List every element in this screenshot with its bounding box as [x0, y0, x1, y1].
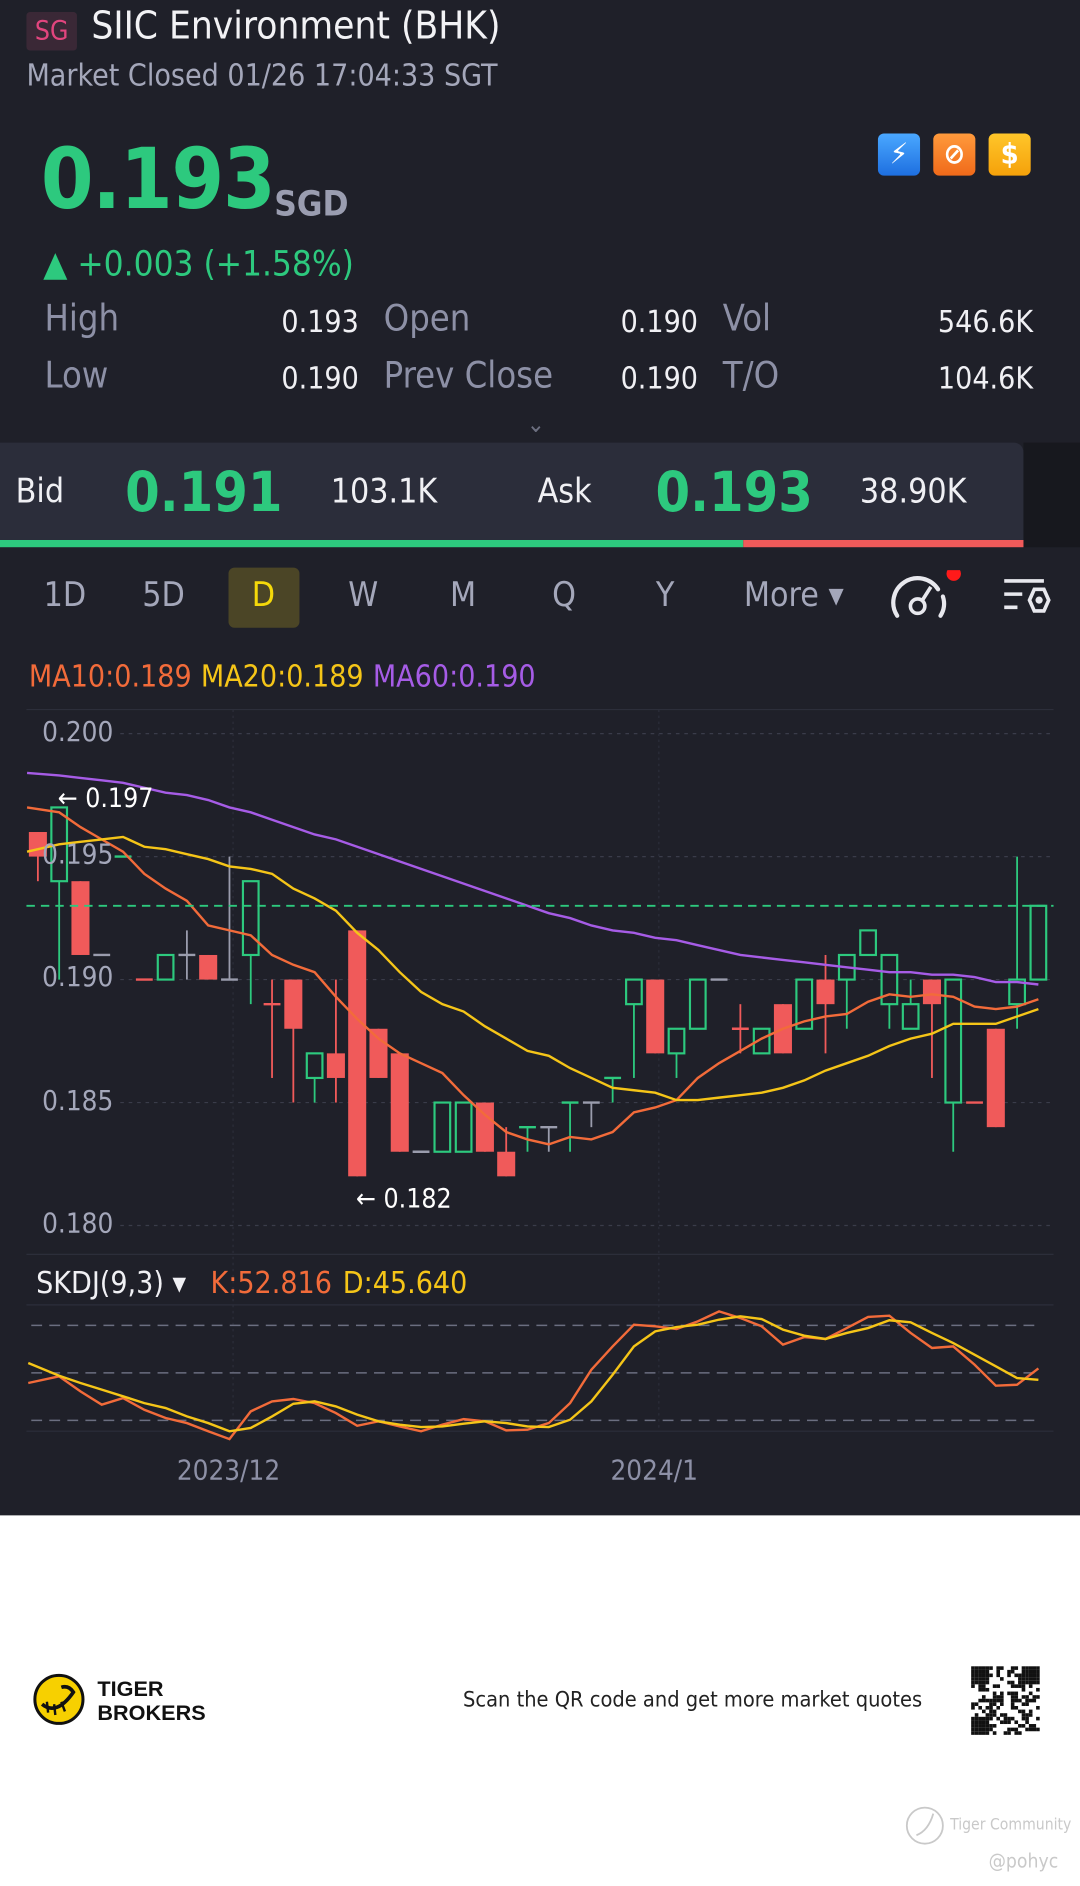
candle-body: [284, 979, 303, 1029]
ask-label: Ask: [537, 471, 592, 512]
turnover-label: T/O: [722, 354, 780, 397]
candle-body: [369, 1028, 388, 1078]
watermark-text: Tiger Community: [950, 1816, 1072, 1835]
candle-body: [156, 953, 175, 981]
bid-label: Bid: [15, 471, 65, 512]
candle-body: [497, 1151, 516, 1177]
price-change: ▲ +0.003 (+1.58%): [43, 242, 354, 284]
currency: SGD: [274, 182, 349, 224]
candle-body: [816, 979, 835, 1005]
turnover-value: 104.6K: [937, 360, 1034, 396]
y-tick-label: 0.185: [42, 1086, 114, 1118]
bid-size: 103.1K: [330, 471, 438, 512]
candle-body: [625, 978, 643, 1006]
candle-body: [859, 929, 877, 957]
tab-1d[interactable]: 1D: [44, 575, 87, 615]
bid-ask-side: [1023, 442, 1080, 548]
candle-body: [305, 1052, 324, 1080]
last-price: 0.193: [40, 129, 276, 229]
qr-code: [971, 1666, 1040, 1735]
dollar-icon[interactable]: $: [988, 133, 1031, 176]
candle-body: [454, 1101, 473, 1153]
tiger-brokers-logo: [33, 1673, 85, 1725]
tab-5d[interactable]: 5D: [142, 575, 185, 615]
gauge-icon[interactable]: [890, 570, 962, 623]
kdj-indicator-select[interactable]: SKDJ(9,3) ▾: [36, 1265, 186, 1300]
bid-price: 0.191: [125, 459, 283, 525]
candle-body: [922, 979, 941, 1005]
vol-value: 546.6K: [937, 304, 1034, 340]
ask-size: 38.90K: [859, 471, 967, 512]
prev-close-label: Prev Close: [383, 354, 554, 397]
candle-body: [326, 1053, 345, 1078]
indicator-settings-icon[interactable]: [1001, 575, 1052, 623]
app-root: SG SIIC Environment (BHK) Market Closed …: [0, 0, 1080, 1886]
scan-text: Scan the QR code and get more market quo…: [463, 1687, 923, 1713]
y-tick-label: 0.190: [42, 962, 114, 994]
candle-body: [1029, 904, 1048, 981]
x-tick-label: 2023/12: [176, 1455, 281, 1487]
flash-icon[interactable]: ⚡: [877, 133, 921, 176]
candle-body: [667, 1027, 686, 1055]
market-badge: SG: [26, 12, 77, 51]
low-label: Low: [44, 354, 109, 397]
candlestick-chart[interactable]: [0, 698, 1080, 1492]
low-marker-label: ← 0.182: [355, 1184, 452, 1215]
prev-close-value: 0.190: [620, 360, 698, 396]
high-label: High: [44, 298, 120, 341]
chevron-down-icon[interactable]: ⌄: [527, 409, 545, 438]
tab-m[interactable]: M: [450, 575, 476, 615]
low-value: 0.190: [281, 360, 359, 396]
open-value: 0.190: [620, 304, 698, 340]
brand-line2: BROKERS: [97, 1700, 206, 1725]
y-tick-label: 0.180: [42, 1208, 114, 1240]
ask-share-bar: [743, 539, 1024, 548]
y-tick-label: 0.195: [42, 839, 114, 871]
candle-body: [646, 979, 665, 1054]
brand-line1: TIGER: [97, 1676, 164, 1701]
x-tick-label: 2024/1: [610, 1455, 699, 1487]
tab-y[interactable]: Y: [656, 575, 675, 615]
candle-body: [688, 978, 707, 1030]
open-label: Open: [383, 298, 471, 341]
market-status: Market Closed 01/26 17:04:33 SGT: [26, 57, 498, 93]
watermark-user: @pohyc: [988, 1849, 1059, 1873]
kdj-line-d: [27, 1315, 1039, 1433]
notification-dot: [946, 570, 961, 581]
tab-more[interactable]: More ▾: [744, 575, 844, 615]
ma20-legend: MA20:0.189: [200, 659, 364, 694]
bid-share-bar: [0, 539, 744, 548]
candle-body: [199, 954, 218, 980]
candle-body: [71, 881, 90, 955]
tiger-community-logo: [905, 1806, 944, 1845]
vol-label: Vol: [722, 298, 772, 341]
tab-q[interactable]: Q: [552, 575, 576, 615]
ask-price: 0.193: [655, 459, 813, 525]
y-tick-label: 0.200: [42, 716, 114, 749]
candle-body: [901, 1003, 920, 1030]
d-legend: D:45.640: [342, 1265, 468, 1301]
high-value: 0.193: [281, 304, 359, 340]
candle-body: [390, 1053, 409, 1152]
high-marker-label: ← 0.197: [57, 784, 154, 815]
candle-body: [433, 1101, 452, 1153]
candle-body: [241, 880, 260, 957]
tab-d[interactable]: D: [252, 575, 275, 615]
tab-w[interactable]: W: [348, 575, 378, 615]
ma60-legend: MA60:0.190: [372, 659, 536, 694]
candle-body: [348, 930, 367, 1177]
exchange-icon[interactable]: ⊘: [933, 133, 976, 176]
ma10-legend: MA10:0.189: [28, 659, 192, 694]
k-legend: K:52.816: [210, 1265, 332, 1301]
ma-line-ma60: [26, 771, 1039, 986]
stock-title: SIIC Environment (BHK): [91, 2, 501, 49]
candle-body: [986, 1028, 1005, 1128]
